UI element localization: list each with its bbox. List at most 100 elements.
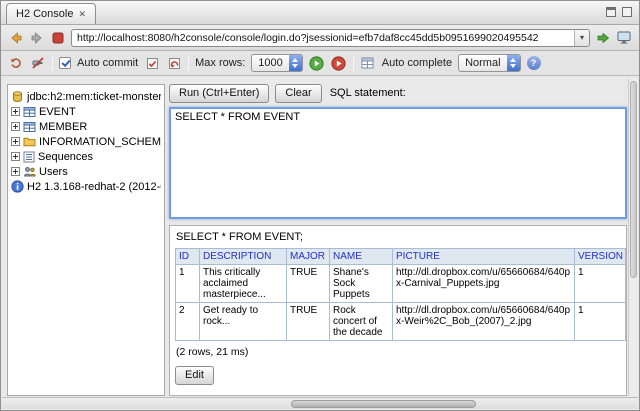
results-table: ID DESCRIPTION MAJOR NAME PICTURE VERSIO… [175,248,626,341]
cell-description: This critically acclaimed masterpiece... [200,265,287,303]
table-header-row: ID DESCRIPTION MAJOR NAME PICTURE VERSIO… [176,249,626,265]
browser-toolbar: ▾ [1,25,639,51]
auto-complete-value: Normal [459,55,506,71]
tree-item-sequences[interactable]: Sequences [11,149,161,164]
results-panel: SELECT * FROM EVENT; ID DESCRIPTION MAJO… [169,225,627,396]
column-header-name[interactable]: NAME [330,249,393,265]
expand-icon[interactable] [11,107,20,116]
column-header-major[interactable]: MAJOR [287,249,330,265]
info-icon [11,180,24,193]
cell-major: TRUE [287,303,330,341]
forward-icon[interactable] [29,30,45,46]
tree-item-users[interactable]: Users [11,164,161,179]
run-selected-icon[interactable] [331,55,347,71]
tree-item-label: Sequences [38,151,93,163]
auto-commit-checkbox[interactable] [59,57,71,69]
run-button[interactable]: Run (Ctrl+Enter) [169,84,269,103]
refresh-icon[interactable] [8,55,24,71]
maximize-icon[interactable] [622,7,632,17]
run-icon[interactable] [309,55,325,71]
vertical-scrollbar[interactable] [628,79,638,396]
column-header-picture[interactable]: PICTURE [393,249,575,265]
url-bar: ▾ [71,29,590,47]
h2-console-window: H2 Console ✕ ▾ [0,0,640,411]
table-icon [23,106,36,118]
minimize-icon[interactable] [606,7,616,17]
expand-icon[interactable] [11,167,20,176]
horizontal-scrollbar[interactable] [2,397,638,409]
result-status: (2 rows, 21 ms) [176,346,621,358]
help-icon[interactable]: ? [527,56,541,70]
cell-version: 1 [575,265,626,303]
expand-icon[interactable] [11,122,20,131]
folder-icon [23,136,36,147]
column-header-id[interactable]: ID [176,249,200,265]
cell-picture: http://dl.dropbox.com/u/65660684/640px-C… [393,265,575,303]
table-row: 1 This critically acclaimed masterpiece.… [176,265,626,303]
tree-item-label: INFORMATION_SCHEMA [39,136,161,148]
cell-name: Rock concert of the decade [330,303,393,341]
tab-title: H2 Console [16,8,73,20]
external-browser-icon[interactable] [616,30,632,46]
auto-commit-label: Auto commit [77,57,138,69]
query-panel: Run (Ctrl+Enter) Clear SQL statement: SE… [169,79,627,396]
sequences-icon [23,151,35,163]
query-toolbar: Run (Ctrl+Enter) Clear SQL statement: [169,81,627,105]
table-row: 2 Get ready to rock... TRUE Rock concert… [176,303,626,341]
sql-input[interactable]: SELECT * FROM EVENT [169,107,627,219]
close-icon[interactable]: ✕ [78,9,86,20]
toolbar-separator [52,56,53,71]
query-echo: SELECT * FROM EVENT; [176,231,621,243]
table-icon [23,121,36,133]
cell-picture: http://dl.dropbox.com/u/65660684/640px-W… [393,303,575,341]
tree-item-member[interactable]: MEMBER [11,119,161,134]
max-rows-value: 1000 [252,55,288,71]
select-arrows-icon [289,55,302,71]
clear-button[interactable]: Clear [275,84,321,103]
url-input[interactable] [72,30,574,46]
max-rows-select[interactable]: 1000 [251,54,302,72]
go-icon[interactable] [595,30,611,46]
sql-statement-label: SQL statement: [330,87,406,99]
tree-item-label: Users [39,166,68,178]
back-icon[interactable] [8,30,24,46]
tree-item-label: MEMBER [39,121,87,133]
auto-complete-select[interactable]: Normal [458,54,520,72]
tree-item-information-schema[interactable]: INFORMATION_SCHEMA [11,134,161,149]
h2-toolbar: Auto commit Max rows: 1000 Auto complete… [1,51,639,76]
stop-icon[interactable] [50,30,66,46]
tree-item-label: H2 1.3.168-redhat-2 (2012-07-13 [27,181,161,193]
query-history-icon[interactable] [360,55,376,71]
view-controls [606,7,632,17]
tree-item-connection[interactable]: jdbc:h2:mem:ticket-monster [11,89,161,104]
cell-major: TRUE [287,265,330,303]
vertical-scrollbar-thumb[interactable] [630,81,637,278]
cell-version: 1 [575,303,626,341]
page-content: jdbc:h2:mem:ticket-monster EVENT MEMBER [2,79,638,398]
horizontal-scrollbar-thumb[interactable] [291,400,476,408]
editor-tab-bar: H2 Console ✕ [1,1,639,25]
max-rows-label: Max rows: [195,57,245,69]
column-header-description[interactable]: DESCRIPTION [200,249,287,265]
column-header-version[interactable]: VERSION [575,249,626,265]
database-icon [11,90,24,103]
cell-id: 1 [176,265,200,303]
tree-item-h2-version[interactable]: H2 1.3.168-redhat-2 (2012-07-13 [11,179,161,194]
users-icon [23,166,36,177]
tree-item-label: jdbc:h2:mem:ticket-monster [27,91,161,103]
database-tree: jdbc:h2:mem:ticket-monster EVENT MEMBER [7,84,165,396]
rollback-icon[interactable] [166,55,182,71]
expand-icon[interactable] [11,152,20,161]
auto-complete-label: Auto complete [382,57,452,69]
toolbar-separator [353,56,354,71]
url-dropdown-icon[interactable]: ▾ [574,30,589,46]
tab-h2-console[interactable]: H2 Console ✕ [6,3,96,24]
cell-id: 2 [176,303,200,341]
toolbar-separator [188,56,189,71]
disconnect-icon[interactable] [30,55,46,71]
tree-item-event[interactable]: EVENT [11,104,161,119]
expand-icon[interactable] [11,137,20,146]
edit-button[interactable]: Edit [175,366,214,385]
cell-name: Shane's Sock Puppets [330,265,393,303]
commit-icon[interactable] [144,55,160,71]
